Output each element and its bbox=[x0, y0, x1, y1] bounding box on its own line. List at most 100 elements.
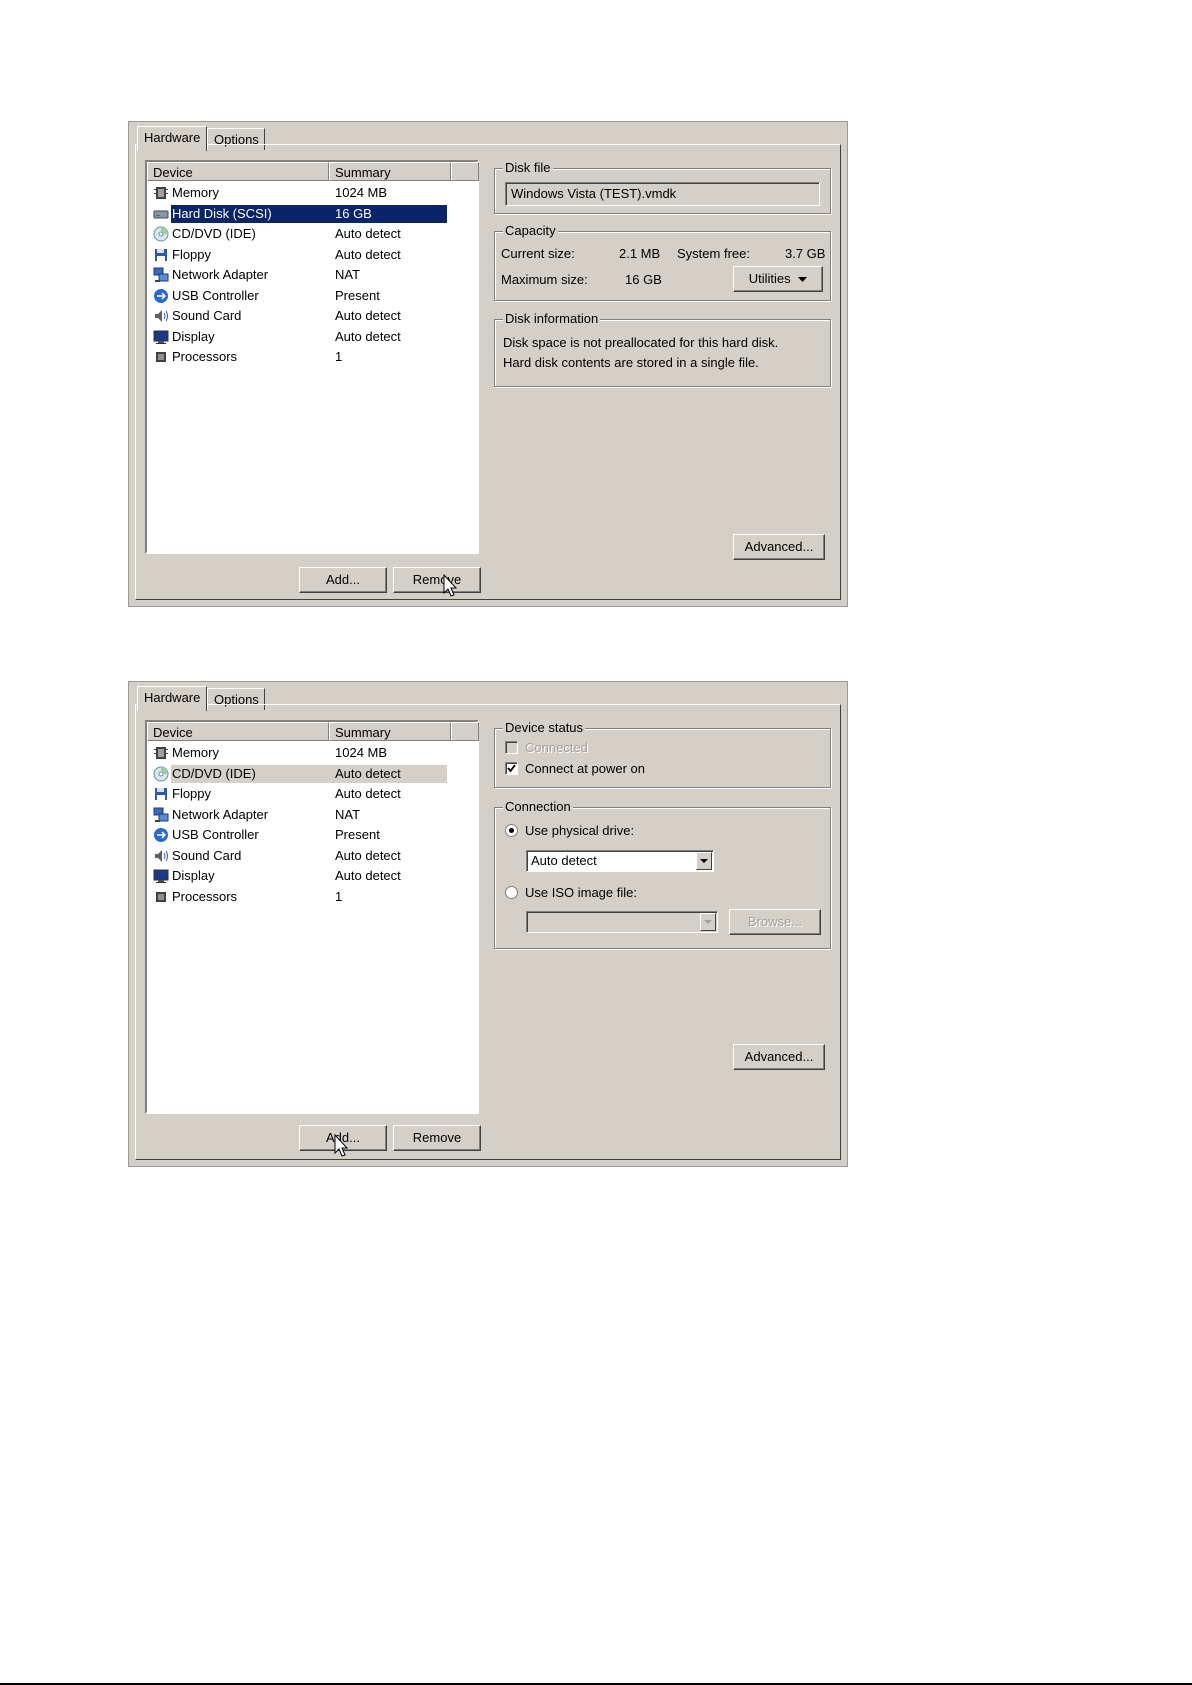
checkmark-icon bbox=[507, 764, 516, 773]
device-name: Processors bbox=[172, 349, 238, 364]
use-physical-drive-radio[interactable] bbox=[505, 824, 518, 837]
device-summary: Auto detect bbox=[335, 765, 401, 781]
memory-icon bbox=[154, 747, 168, 759]
device-summary: 16 GB bbox=[335, 205, 372, 221]
device-status-title: Device status bbox=[503, 720, 586, 736]
device-row-sound-card[interactable]: Sound Card Auto detect bbox=[147, 306, 447, 327]
physical-drive-select[interactable]: Auto detect bbox=[526, 850, 714, 872]
device-name: USB Controller bbox=[172, 827, 259, 842]
device-summary: 1 bbox=[335, 888, 343, 904]
column-header-summary[interactable]: Summary bbox=[329, 162, 451, 181]
device-row-memory[interactable]: Memory 1024 MB bbox=[147, 183, 447, 204]
dropdown-arrow[interactable] bbox=[700, 913, 716, 931]
iso-image-select[interactable] bbox=[526, 911, 718, 933]
device-row-usb-controller[interactable]: USB Controller Present bbox=[147, 286, 447, 307]
device-row-display[interactable]: Display Auto detect bbox=[147, 866, 447, 887]
advanced-button[interactable]: Advanced... bbox=[733, 1044, 825, 1070]
device-name: Network Adapter bbox=[172, 806, 269, 822]
disk-file-field[interactable]: Windows Vista (TEST).vmdk bbox=[505, 182, 820, 206]
device-row-processors[interactable]: Processors 1 bbox=[147, 887, 447, 908]
chevron-down-icon bbox=[700, 859, 708, 863]
column-header-device[interactable]: Device bbox=[147, 722, 329, 741]
device-list-header: Device Summary bbox=[147, 722, 479, 742]
device-row-usb-controller[interactable]: USB Controller Present bbox=[147, 825, 447, 846]
device-summary: Auto detect bbox=[335, 868, 401, 883]
column-header-device[interactable]: Device bbox=[147, 162, 329, 181]
device-summary: Auto detect bbox=[335, 226, 401, 241]
tab-hardware[interactable]: Hardware bbox=[137, 126, 207, 151]
device-summary: Auto detect bbox=[335, 786, 401, 801]
mouse-cursor-icon bbox=[334, 1134, 349, 1157]
device-row-floppy[interactable]: Floppy Auto detect bbox=[147, 784, 447, 805]
device-row-memory[interactable]: Memory 1024 MB bbox=[147, 743, 447, 764]
cd-dvd-icon bbox=[153, 226, 169, 242]
hard-disk-icon bbox=[153, 210, 169, 218]
device-summary: Auto detect bbox=[335, 328, 401, 344]
network-adapter-icon bbox=[153, 807, 169, 822]
utilities-label: Utilities bbox=[748, 271, 791, 286]
use-iso-image-label: Use ISO image file: bbox=[525, 885, 637, 900]
radio-selected-dot bbox=[509, 828, 514, 833]
connected-label: Connected bbox=[525, 740, 588, 755]
remove-button[interactable]: Remove bbox=[393, 1125, 481, 1151]
connection-title: Connection bbox=[503, 799, 573, 815]
device-list[interactable]: Device Summary Memory 1024 MB CD/DVD (ID… bbox=[145, 720, 479, 1114]
device-name: Display bbox=[172, 328, 215, 344]
device-row-hard-disk[interactable]: Hard Disk (SCSI) 16 GB bbox=[147, 204, 447, 225]
device-summary: Present bbox=[335, 827, 380, 842]
connect-at-power-on-label: Connect at power on bbox=[525, 761, 645, 776]
device-row-display[interactable]: Display Auto detect bbox=[147, 327, 447, 348]
browse-button[interactable]: Browse... bbox=[729, 909, 821, 935]
device-name: Display bbox=[172, 868, 215, 883]
usb-icon bbox=[154, 828, 168, 842]
column-header-filler bbox=[451, 162, 479, 181]
device-row-network-adapter[interactable]: Network Adapter NAT bbox=[147, 265, 447, 286]
device-summary: 1 bbox=[335, 349, 343, 364]
floppy-icon bbox=[155, 788, 167, 800]
device-rows: Memory 1024 MB Hard Disk (SCSI) 16 GB CD… bbox=[147, 183, 447, 368]
utilities-button[interactable]: Utilities bbox=[733, 266, 823, 292]
device-summary: 1024 MB bbox=[335, 745, 388, 760]
column-header-filler bbox=[451, 722, 479, 741]
current-size-value: 2.1 MB bbox=[619, 246, 661, 261]
sound-card-icon bbox=[155, 310, 168, 322]
cd-dvd-icon bbox=[153, 766, 169, 781]
device-list[interactable]: Device Summary Memory 1024 MB Hard Disk … bbox=[145, 160, 479, 554]
floppy-icon bbox=[155, 248, 167, 261]
device-name: CD/DVD (IDE) bbox=[172, 226, 256, 241]
device-row-floppy[interactable]: Floppy Auto detect bbox=[147, 245, 447, 266]
device-rows: Memory 1024 MB CD/DVD (IDE) Auto detect … bbox=[147, 743, 447, 907]
sound-card-icon bbox=[155, 849, 168, 862]
connect-at-power-on-checkbox[interactable] bbox=[505, 762, 518, 775]
device-row-sound-card[interactable]: Sound Card Auto detect bbox=[147, 846, 447, 867]
advanced-button[interactable]: Advanced... bbox=[733, 534, 825, 560]
disk-file-title: Disk file bbox=[503, 160, 553, 176]
remove-button[interactable]: Remove bbox=[393, 567, 481, 593]
column-header-summary[interactable]: Summary bbox=[329, 722, 451, 741]
device-row-cd-dvd[interactable]: CD/DVD (IDE) Auto detect bbox=[147, 764, 447, 785]
maximum-size-label: Maximum size: bbox=[501, 272, 588, 287]
maximum-size-value: 16 GB bbox=[625, 272, 662, 287]
display-icon bbox=[153, 330, 169, 344]
add-button[interactable]: Add... bbox=[299, 567, 387, 593]
system-free-label: System free: bbox=[677, 246, 750, 261]
device-summary: 1024 MB bbox=[335, 185, 388, 200]
connected-checkbox[interactable] bbox=[505, 741, 518, 754]
dropdown-arrow[interactable] bbox=[696, 852, 712, 870]
device-row-network-adapter[interactable]: Network Adapter NAT bbox=[147, 805, 447, 826]
current-size-label: Current size: bbox=[501, 246, 575, 261]
use-iso-image-radio[interactable] bbox=[505, 886, 518, 899]
device-name: Memory bbox=[172, 185, 219, 200]
device-name: Network Adapter bbox=[172, 267, 269, 282]
device-name: USB Controller bbox=[172, 287, 259, 303]
device-name: Memory bbox=[172, 745, 219, 760]
device-summary: NAT bbox=[335, 806, 361, 822]
device-name: Floppy bbox=[172, 786, 212, 801]
tab-hardware[interactable]: Hardware bbox=[137, 686, 207, 711]
device-row-cd-dvd[interactable]: CD/DVD (IDE) Auto detect bbox=[147, 224, 447, 245]
hardware-settings-dialog-cd-dvd: Hardware Options Device Summary Memory 1… bbox=[128, 681, 848, 1167]
device-list-header: Device Summary bbox=[147, 162, 479, 182]
device-name: Processors bbox=[172, 888, 238, 904]
device-row-processors[interactable]: Processors 1 bbox=[147, 347, 447, 368]
disk-file-group: Disk file Windows Vista (TEST).vmdk bbox=[494, 160, 831, 214]
